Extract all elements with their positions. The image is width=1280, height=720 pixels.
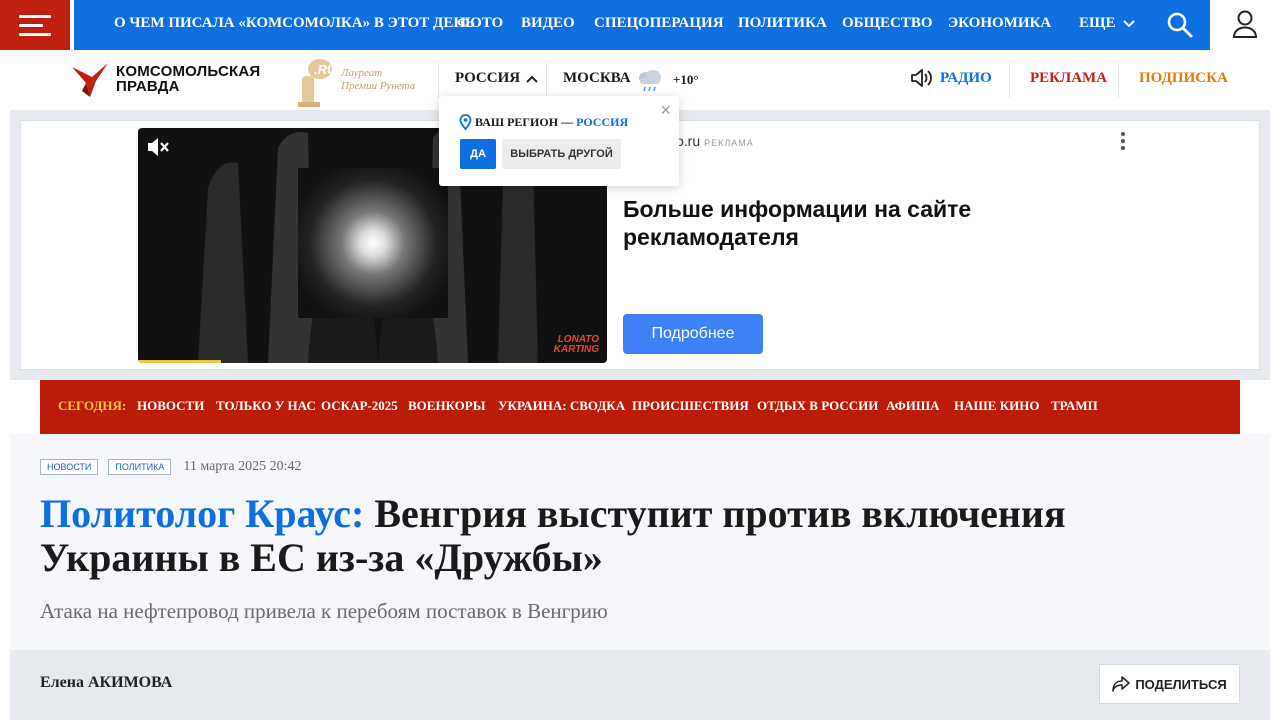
author-name[interactable]: Елена АКИМОВА: [40, 674, 172, 692]
share-arrow-icon: [1112, 676, 1131, 692]
divider: [546, 62, 547, 98]
chevron-up-icon: [526, 75, 538, 83]
temperature: +10°: [673, 72, 699, 87]
article-meta: НОВОСТИ ПОЛИТИКА 11 марта 2025 20:42: [40, 459, 302, 475]
subscription-link[interactable]: ПОДПИСКА: [1139, 70, 1228, 87]
city-label[interactable]: МОСКВА: [563, 70, 631, 87]
chevron-down-icon: [1123, 19, 1136, 27]
laureat-text: Лауреат Премии Рунета: [341, 67, 416, 92]
main-nav: О ЧЕМ ПИСАЛА «КОМСОМОЛКА» В ЭТОТ ДЕНЬ ФО…: [74, 0, 1210, 50]
headline-speaker: Политолог Краус:: [40, 491, 365, 536]
close-icon[interactable]: ×: [660, 101, 671, 119]
tag-politics[interactable]: ПОЛИТИКА: [108, 459, 172, 475]
svg-text:.RU: .RU: [314, 62, 336, 77]
more-options-icon[interactable]: [1119, 131, 1127, 151]
share-button[interactable]: ПОДЕЛИТЬСЯ: [1099, 664, 1240, 704]
share-label: ПОДЕЛИТЬСЯ: [1135, 676, 1227, 692]
award-statue-icon: .RU: [298, 59, 336, 107]
trending-item-oscar[interactable]: ОСКАР-2025: [321, 398, 398, 414]
trending-item-incidents[interactable]: ПРОИСШЕСТВИЯ: [632, 398, 749, 414]
region-question: ВАШ РЕГИОН — РОССИЯ: [459, 114, 628, 130]
trending-item-our-cinema[interactable]: НАШЕ КИНО: [954, 398, 1039, 414]
search-icon[interactable]: [1165, 10, 1195, 40]
nav-item-photo[interactable]: ФОТО: [457, 15, 503, 32]
article-header: НОВОСТИ ПОЛИТИКА 11 марта 2025 20:42 Пол…: [10, 434, 1270, 650]
ad-domain[interactable]: o.ru РЕКЛАМА: [676, 133, 754, 149]
trending-item-russia-travel[interactable]: ОТДЫХ В РОССИИ: [757, 398, 878, 414]
trending-item-news[interactable]: НОВОСТИ: [137, 398, 204, 414]
divider: [1118, 62, 1119, 98]
top-bar: О ЧЕМ ПИСАЛА «КОМСОМОЛКА» В ЭТОТ ДЕНЬ ФО…: [0, 0, 1280, 50]
nav-item-economy[interactable]: ЭКОНОМИКА: [948, 15, 1051, 32]
region-selector[interactable]: РОССИЯ: [455, 70, 538, 87]
menu-icon[interactable]: [0, 0, 70, 50]
article-headline: Политолог Краус: Венгрия выступит против…: [40, 492, 1220, 580]
mute-icon[interactable]: [146, 136, 170, 158]
choose-other-region-button[interactable]: ВЫБРАТЬ ДРУГОЙ: [502, 139, 621, 169]
divider: [1009, 62, 1010, 98]
radio-label: РАДИО: [940, 69, 992, 86]
ad-title[interactable]: Больше информации на сайте рекламодателя: [623, 195, 1043, 251]
article-date: 11 марта 2025 20:42: [183, 459, 302, 474]
nav-item-more[interactable]: ЕЩЕ: [1079, 15, 1136, 32]
trending-item-war-correspondents[interactable]: ВОЕНКОРЫ: [408, 398, 486, 414]
region-question-text: ВАШ РЕГИОН —: [475, 114, 574, 129]
region-popup: × ВАШ РЕГИОН — РОССИЯ ДА ВЫБРАТЬ ДРУГОЙ: [439, 96, 679, 186]
trending-item-afisha[interactable]: АФИША: [886, 398, 940, 414]
nav-more-label: ЕЩЕ: [1079, 15, 1116, 31]
trending-item-exclusive[interactable]: ТОЛЬКО У НАС: [216, 398, 316, 414]
speaker-icon: [911, 69, 932, 87]
video-brand: LONATO KARTING: [553, 334, 599, 355]
radio-link[interactable]: РАДИО: [910, 68, 992, 88]
divider: [438, 62, 439, 98]
video-progress-bar[interactable]: [138, 360, 221, 363]
logo-text: КОМСОМОЛЬСКАЯ ПРАВДА: [116, 63, 261, 95]
region-label: РОССИЯ: [455, 70, 521, 86]
nav-item-politics[interactable]: ПОЛИТИКА: [738, 15, 827, 32]
author-bar: Елена АКИМОВА ПОДЕЛИТЬСЯ: [10, 650, 1270, 720]
nav-item-society[interactable]: ОБЩЕСТВО: [842, 15, 933, 32]
confirm-region-button[interactable]: ДА: [460, 139, 496, 169]
today-label: СЕГОДНЯ:: [58, 398, 127, 413]
swallow-logo-icon: [72, 63, 108, 97]
runet-award[interactable]: .RU Лауреат Премии Рунета: [294, 56, 434, 108]
nav-item-special-operation[interactable]: СПЕЦОПЕРАЦИЯ: [594, 15, 724, 32]
user-icon[interactable]: [1230, 8, 1260, 40]
tag-news[interactable]: НОВОСТИ: [40, 459, 99, 475]
nav-item-on-this-day[interactable]: О ЧЕМ ПИСАЛА «КОМСОМОЛКА» В ЭТОТ ДЕНЬ: [114, 15, 475, 32]
trending-bar: СЕГОДНЯ: НОВОСТИ ТОЛЬКО У НАС ОСКАР-2025…: [40, 380, 1240, 434]
ad-details-button[interactable]: Подробнее: [623, 314, 763, 354]
location-pin-icon: [459, 114, 472, 130]
advertising-link[interactable]: РЕКЛАМА: [1030, 70, 1107, 87]
article-subheadline: Атака на нефтепровод привела к перебоям …: [40, 599, 608, 623]
ad-label: РЕКЛАМА: [704, 138, 754, 148]
region-question-value: РОССИЯ: [576, 114, 629, 129]
headlight-glow: [298, 168, 448, 318]
trending-item-trump[interactable]: ТРАМП: [1051, 398, 1098, 414]
trending-item-ukraine-summary[interactable]: УКРАИНА: СВОДКА: [498, 398, 625, 414]
rain-cloud-icon: [639, 70, 661, 92]
nav-item-video[interactable]: ВИДЕО: [521, 15, 575, 32]
site-logo[interactable]: КОМСОМОЛЬСКАЯ ПРАВДА: [70, 60, 280, 100]
